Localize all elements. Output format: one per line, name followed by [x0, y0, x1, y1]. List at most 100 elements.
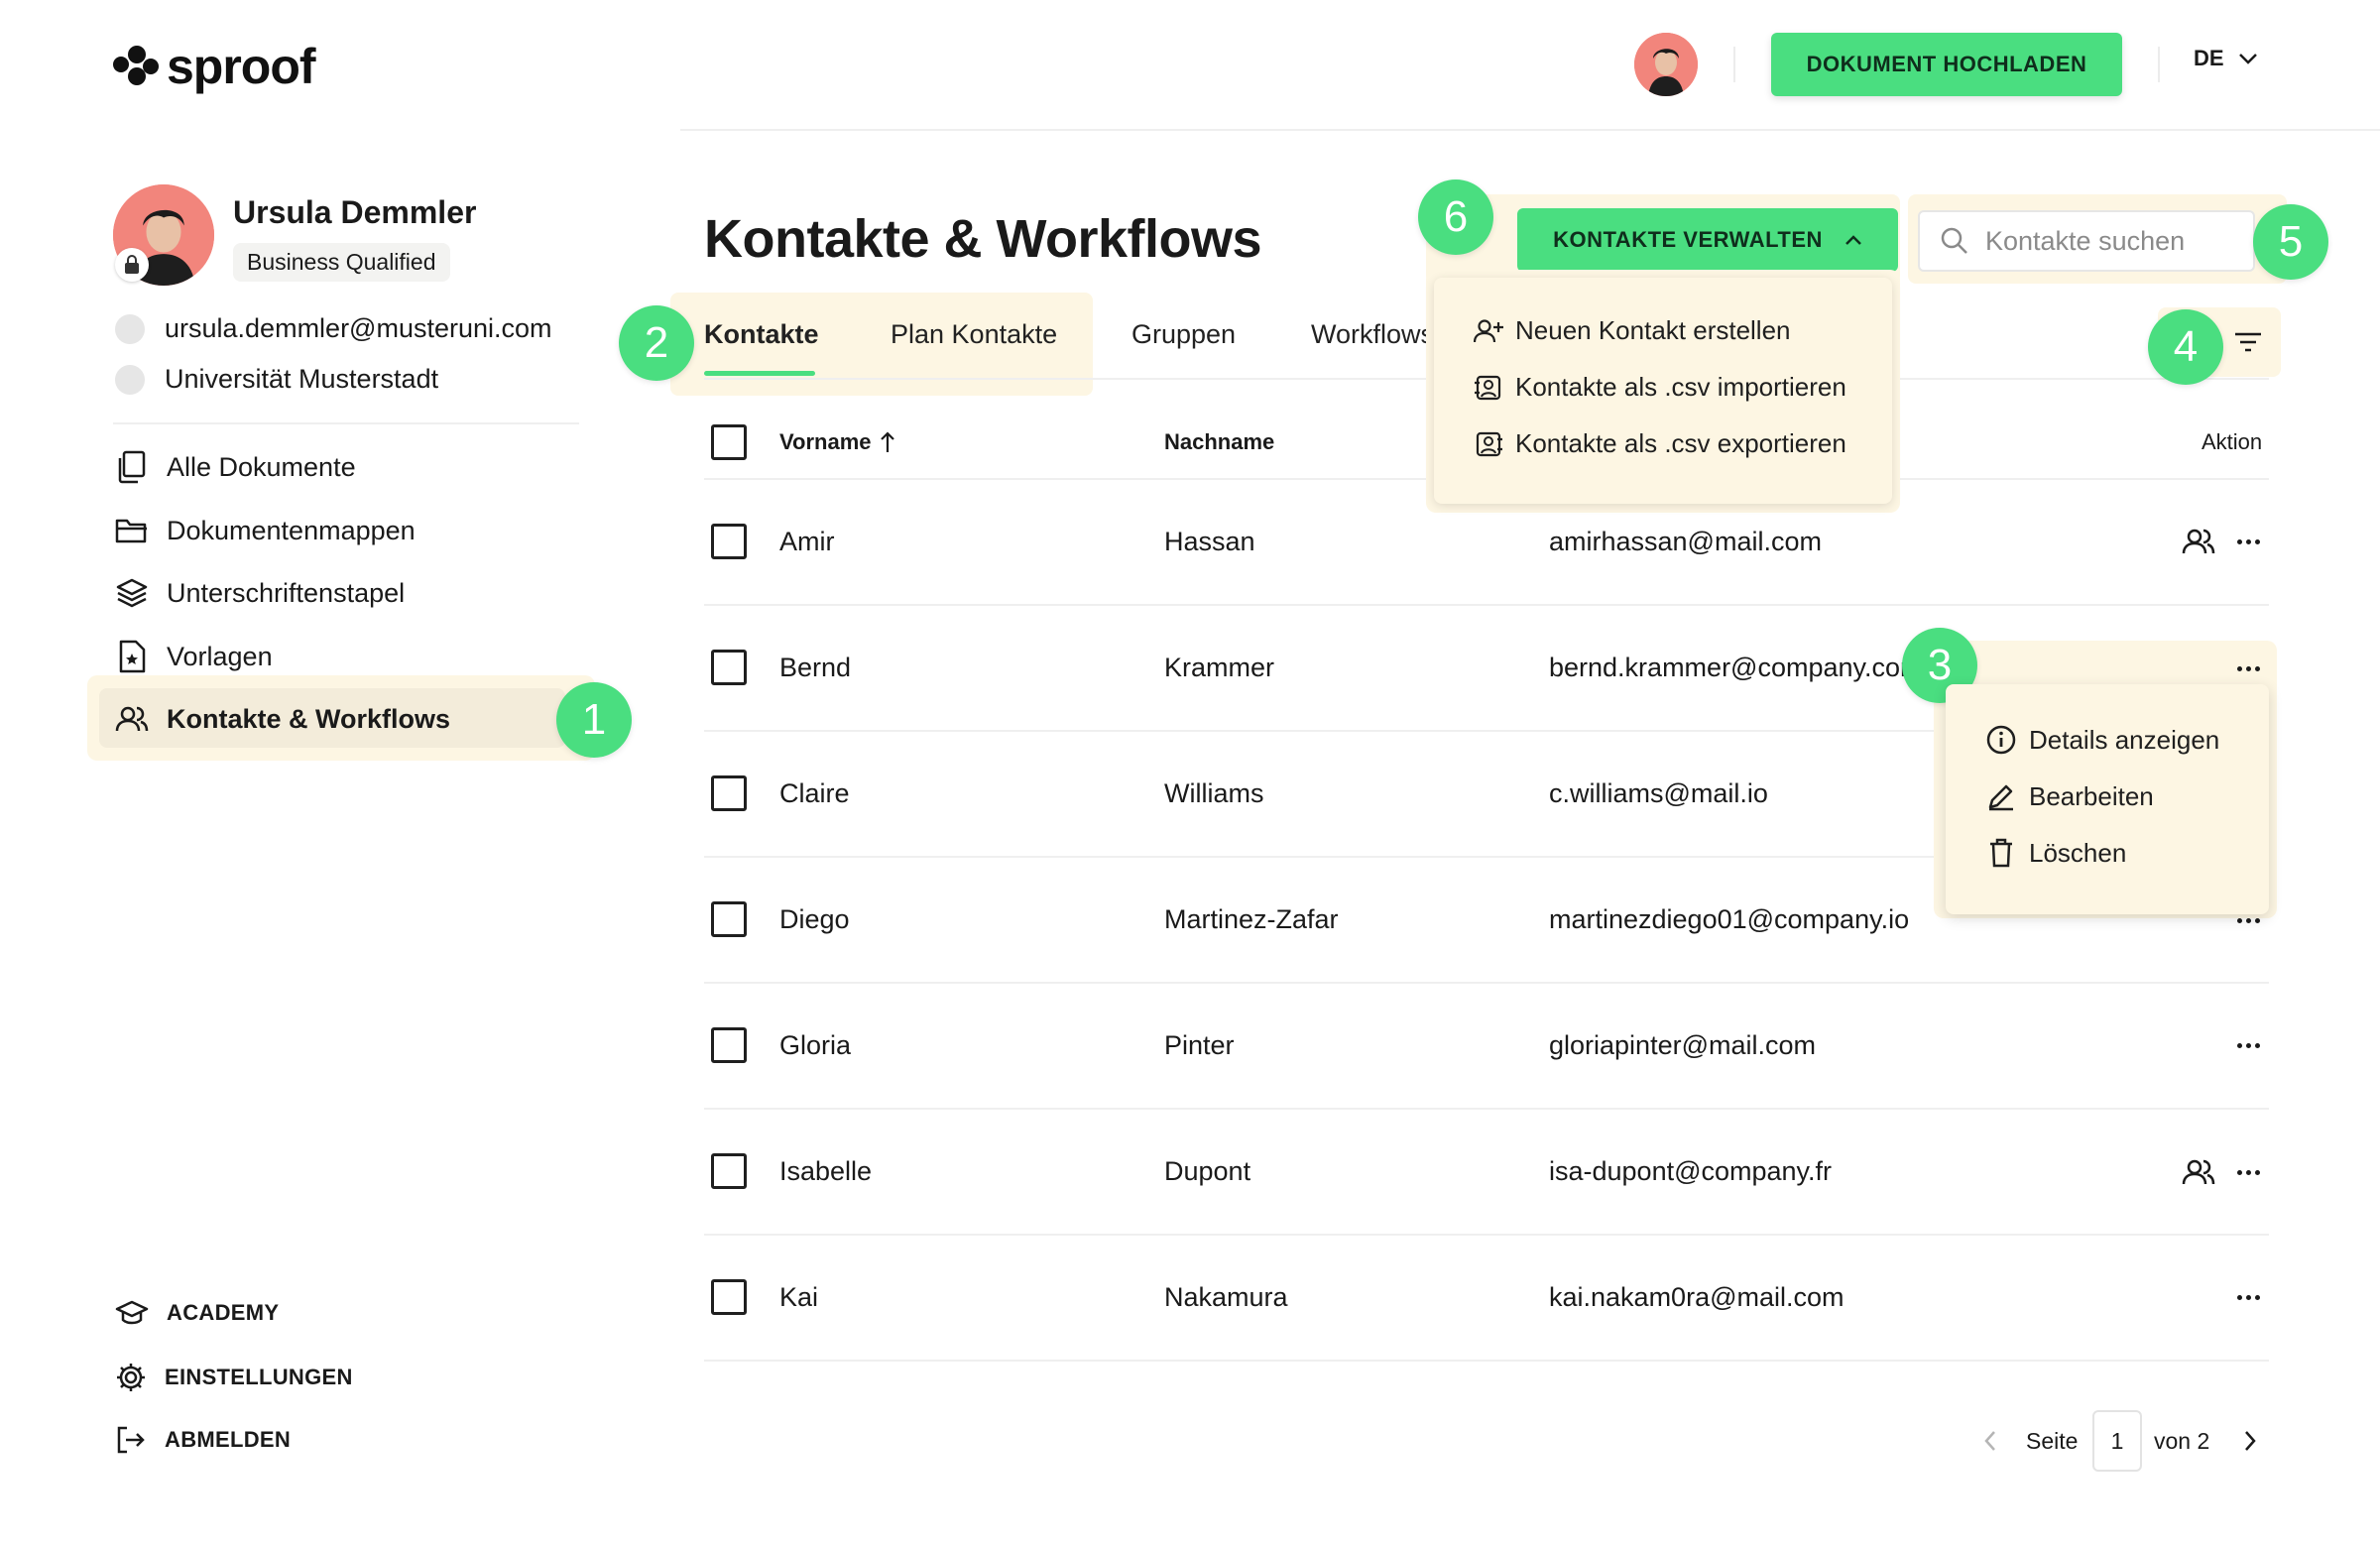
- profile-level-badge: Business Qualified: [233, 243, 450, 282]
- language-select[interactable]: DE: [2194, 46, 2258, 71]
- filter-button[interactable]: [2233, 331, 2263, 353]
- sidebar-item-label: Alle Dokumente: [167, 451, 356, 482]
- row-more-icon[interactable]: [2237, 666, 2260, 671]
- manage-contacts-menu: Neuen Kontakt erstellen Kontakte als .cs…: [1434, 278, 1892, 504]
- row-first-name: Isabelle: [779, 1156, 873, 1186]
- pagination-label: Seite: [2026, 1428, 2079, 1454]
- menu-item-export-csv[interactable]: Kontakte als .csv exportieren: [1474, 428, 1846, 459]
- logo[interactable]: sproof: [111, 38, 316, 95]
- logout-label: ABMELDEN: [165, 1427, 292, 1452]
- row-first-name: Bernd: [779, 653, 852, 682]
- folder-icon: [115, 514, 149, 547]
- row-checkbox[interactable]: [711, 775, 747, 811]
- row-divider: [704, 982, 2269, 984]
- gear-icon: [115, 1362, 147, 1393]
- row-checkbox[interactable]: [711, 1153, 747, 1189]
- upload-document-button[interactable]: DOKUMENT HOCHLADEN: [1771, 33, 2122, 96]
- sort-ascending-icon: [880, 431, 894, 452]
- user-avatar[interactable]: [1634, 33, 1698, 96]
- menu-item-delete[interactable]: Löschen: [1985, 837, 2126, 869]
- row-more-icon[interactable]: [2237, 1170, 2260, 1175]
- pagination-total: von 2: [2154, 1428, 2210, 1454]
- group-members-icon[interactable]: [2182, 1158, 2215, 1186]
- row-checkbox[interactable]: [711, 1279, 747, 1315]
- academy-label: ACADEMY: [167, 1300, 280, 1325]
- pencil-icon: [1988, 784, 2013, 811]
- annotation-badge-4: 4: [2148, 309, 2223, 385]
- info-icon: [1986, 725, 2016, 755]
- row-last-name: Williams: [1164, 778, 1264, 808]
- sidebar-item-label: Kontakte & Workflows: [167, 703, 451, 734]
- sidebar-divider: [113, 422, 579, 424]
- header-divider: [2158, 47, 2160, 82]
- menu-item-show-details[interactable]: Details anzeigen: [1985, 724, 2219, 756]
- search-input[interactable]: [1985, 225, 2223, 257]
- search-icon: [1941, 227, 1967, 254]
- row-checkbox[interactable]: [711, 1027, 747, 1063]
- sidebar-logout-link[interactable]: ABMELDEN: [115, 1425, 291, 1455]
- add-user-icon: [1474, 318, 1503, 342]
- menu-item-edit[interactable]: Bearbeiten: [1985, 780, 2154, 812]
- stack-icon: [115, 576, 149, 610]
- sidebar-item-contacts-workflows[interactable]: Kontakte & Workflows: [115, 702, 450, 736]
- column-last-name[interactable]: Nachname: [1164, 429, 1274, 455]
- annotation-badge-5: 5: [2253, 204, 2328, 280]
- academy-icon: [115, 1299, 149, 1327]
- annotation-badge-1: 1: [556, 682, 632, 758]
- profile-organization-row: Universität Musterstadt: [115, 364, 438, 395]
- group-members-icon[interactable]: [2182, 528, 2215, 555]
- menu-item-label: Löschen: [2029, 837, 2127, 868]
- row-email: isa-dupont@company.fr: [1549, 1156, 1833, 1186]
- row-checkbox[interactable]: [711, 524, 747, 559]
- row-first-name: Amir: [779, 527, 835, 556]
- previous-page-button[interactable]: [1983, 1430, 1997, 1452]
- menu-item-create-contact[interactable]: Neuen Kontakt erstellen: [1474, 315, 1791, 346]
- row-checkbox[interactable]: [711, 901, 747, 937]
- menu-item-label: Kontakte als .csv exportieren: [1515, 428, 1846, 458]
- row-more-icon[interactable]: [2237, 918, 2260, 923]
- sidebar-academy-link[interactable]: ACADEMY: [115, 1299, 279, 1327]
- row-first-name: Kai: [779, 1282, 819, 1312]
- sidebar-item-all-documents[interactable]: Alle Dokumente: [115, 450, 356, 484]
- page-number-input[interactable]: 1: [2092, 1410, 2142, 1472]
- sidebar-item-document-folders[interactable]: Dokumentenmappen: [115, 514, 416, 547]
- row-email: bernd.krammer@company.com: [1549, 653, 1906, 682]
- row-last-name: Krammer: [1164, 653, 1275, 682]
- sidebar-settings-link[interactable]: EINSTELLUNGEN: [115, 1362, 353, 1393]
- import-icon: [1475, 375, 1501, 400]
- row-first-name: Claire: [779, 778, 850, 808]
- menu-item-label: Kontakte als .csv importieren: [1515, 372, 1846, 402]
- row-last-name: Nakamura: [1164, 1282, 1288, 1312]
- sidebar-item-signature-stack[interactable]: Unterschriftenstapel: [115, 576, 405, 610]
- next-page-button[interactable]: [2243, 1430, 2257, 1452]
- tab-groups[interactable]: Gruppen: [1131, 319, 1236, 350]
- header-divider-line: [680, 129, 2380, 131]
- contacts-search[interactable]: [1918, 210, 2255, 272]
- row-more-icon[interactable]: [2237, 1295, 2260, 1300]
- row-last-name: Dupont: [1164, 1156, 1251, 1186]
- sidebar-item-templates[interactable]: Vorlagen: [115, 640, 273, 673]
- row-checkbox[interactable]: [711, 650, 747, 685]
- select-all-checkbox[interactable]: [711, 424, 747, 460]
- tab-plan-contacts[interactable]: Plan Kontakte: [891, 319, 1057, 350]
- person-photo-icon: [1634, 33, 1698, 96]
- export-icon: [1476, 431, 1502, 456]
- row-more-icon[interactable]: [2237, 1043, 2260, 1048]
- row-last-name: Hassan: [1164, 527, 1255, 556]
- tab-contacts[interactable]: Kontakte: [704, 319, 819, 350]
- menu-item-import-csv[interactable]: Kontakte als .csv importieren: [1474, 372, 1846, 403]
- row-email: martinezdiego01@company.io: [1549, 904, 1910, 934]
- tab-workflows[interactable]: Workflows: [1311, 319, 1434, 350]
- lock-icon: [115, 248, 149, 282]
- trash-icon: [1990, 838, 2012, 868]
- row-divider: [704, 1360, 2269, 1362]
- column-first-name-label: Vorname: [779, 429, 872, 454]
- row-more-icon[interactable]: [2237, 539, 2260, 544]
- logo-text: sproof: [167, 39, 316, 94]
- manage-contacts-button[interactable]: KONTAKTE VERWALTEN: [1517, 208, 1898, 272]
- sidebar-item-label: Vorlagen: [167, 641, 273, 671]
- menu-item-label: Neuen Kontakt erstellen: [1515, 315, 1791, 345]
- annotation-badge-6: 6: [1418, 179, 1493, 255]
- column-first-name[interactable]: Vorname: [779, 429, 895, 455]
- at-icon: [115, 313, 145, 344]
